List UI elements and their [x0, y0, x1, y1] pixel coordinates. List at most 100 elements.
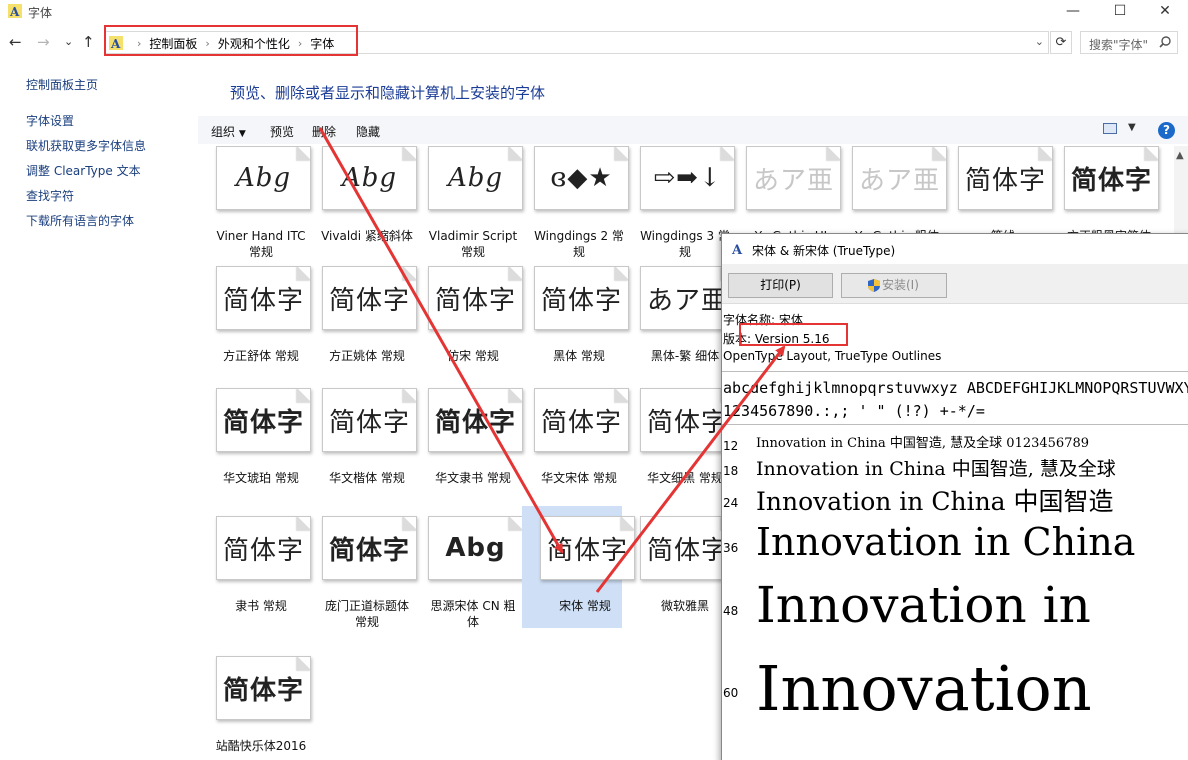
- print-button[interactable]: 打印(P): [728, 273, 833, 298]
- search-input[interactable]: 搜索"字体": [1080, 31, 1178, 54]
- delete-button[interactable]: 删除: [312, 123, 336, 140]
- font-name: Vivaldi 紧缩斜体: [321, 229, 413, 243]
- help-icon[interactable]: ?: [1158, 122, 1175, 139]
- dialog-toolbar: 打印(P) 安装(I): [722, 264, 1188, 304]
- font-name: 方正姚体 常规: [329, 349, 405, 363]
- title-bar: A 字体 — ☐ ✕: [0, 0, 1188, 24]
- refresh-icon[interactable]: ⟳: [1050, 31, 1072, 54]
- organize-label: 组织: [211, 125, 236, 139]
- font-item[interactable]: 简体字 华文琥珀 常规: [198, 388, 311, 518]
- font-thumbnail: 简体字: [216, 266, 311, 330]
- view-dropdown-icon[interactable]: ▼: [1128, 122, 1136, 133]
- font-item[interactable]: 简体字站酷快乐体2016: [198, 656, 311, 760]
- font-sample: あア亜: [646, 285, 728, 316]
- address-bar[interactable]: A › 控制面板 › 外观和个性化 › 字体 ⌄: [104, 31, 1049, 54]
- size-sample-text: Innovation: [756, 652, 1092, 725]
- outline-type-text: OpenType Layout, TrueType Outlines: [723, 349, 942, 363]
- size-sample-text: Innovation in China 中国智造: [756, 487, 1114, 516]
- digits-sample: 1234567890.:,; ' " (!?) +-*/=: [723, 402, 985, 420]
- back-icon[interactable]: ←: [9, 34, 22, 50]
- font-thumbnail: 简体字: [540, 516, 635, 580]
- sidebar-item-font-settings[interactable]: 字体设置: [26, 112, 74, 129]
- font-item[interactable]: 简体字方正舒体 常规: [198, 266, 311, 396]
- sidebar-item-download-fonts[interactable]: 下载所有语言的字体: [26, 212, 134, 229]
- font-sample: 简体字: [222, 535, 304, 566]
- font-item[interactable]: ⇨➡↓ Wingdings 3 常规: [622, 146, 735, 276]
- page-title: 预览、删除或者显示和隐藏计算机上安装的字体: [230, 84, 546, 102]
- divider: [722, 424, 1188, 425]
- font-sample: 简体字: [646, 535, 728, 566]
- font-sample: 简体字: [222, 407, 304, 438]
- font-sample: ɞ◆★: [550, 163, 613, 193]
- breadcrumb-separator-icon[interactable]: ›: [205, 37, 209, 50]
- font-item[interactable]: 简体字 隶书 常规: [198, 516, 311, 646]
- size-label: 18: [723, 464, 739, 478]
- up-icon[interactable]: ↑: [82, 34, 95, 50]
- minimize-button[interactable]: —: [1050, 0, 1096, 22]
- font-thumbnail: 简体字: [428, 388, 523, 452]
- font-item[interactable]: 简体字 方正姚体 常规: [304, 266, 417, 396]
- font-name-text: 字体名称: 宋体: [723, 313, 803, 327]
- maximize-button[interactable]: ☐: [1097, 0, 1143, 22]
- scroll-up-icon[interactable]: ▲: [1176, 150, 1184, 161]
- font-name: 方正舒体 常规: [223, 349, 299, 363]
- install-button[interactable]: 安装(I): [841, 273, 947, 298]
- font-item[interactable]: 简体字 华文宋体 常规: [516, 388, 629, 518]
- hide-button[interactable]: 隐藏: [356, 123, 380, 140]
- font-item[interactable]: 简体字 黑体 常规: [516, 266, 629, 396]
- font-name: 站酷快乐体2016: [215, 739, 307, 753]
- fonts-window: { "window": {"title": "字体", "min_glyph":…: [0, 0, 1188, 760]
- window-title: 字体: [28, 6, 53, 20]
- font-sample: 简体字: [964, 165, 1046, 196]
- breadcrumb-separator-icon[interactable]: ›: [298, 37, 302, 50]
- font-item[interactable]: 简体字华文隶书 常规: [410, 388, 523, 518]
- sidebar-item-online-info[interactable]: 联机获取更多字体信息: [26, 137, 146, 154]
- font-sample: Abg: [341, 163, 398, 193]
- divider: [722, 371, 1188, 372]
- font-thumbnail: Abg: [428, 146, 523, 210]
- font-thumbnail: Abg: [428, 516, 523, 580]
- font-item[interactable]: Abg Vladimir Script 常规: [410, 146, 523, 276]
- breadcrumb-fonts[interactable]: 字体: [310, 35, 334, 52]
- font-item[interactable]: 简体字 庞门正道标题体 常规: [304, 516, 417, 646]
- close-button[interactable]: ✕: [1142, 0, 1188, 22]
- font-sample: Abg: [235, 163, 292, 193]
- font-item[interactable]: 简体字 微软雅黑: [622, 516, 735, 646]
- view-icon[interactable]: [1103, 123, 1117, 134]
- font-item[interactable]: 简体字 华文楷体 常规: [304, 388, 417, 518]
- font-sample: 简体字: [540, 285, 622, 316]
- font-thumbnail: 简体字: [216, 388, 311, 452]
- font-name: 仿宋 常规: [447, 349, 499, 363]
- font-sample: 简体字: [1070, 165, 1152, 196]
- breadcrumb-control-panel[interactable]: 控制面板: [149, 35, 197, 52]
- sidebar-item-control-panel-home[interactable]: 控制面板主页: [26, 76, 98, 93]
- font-item[interactable]: 简体字 宋体 常规: [522, 506, 635, 628]
- font-item[interactable]: Abg Vivaldi 紧缩斜体: [304, 146, 417, 276]
- font-item[interactable]: 简体字 华文细黑 常规: [622, 388, 735, 518]
- preview-button[interactable]: 预览: [270, 123, 294, 140]
- search-placeholder: 搜索"字体": [1089, 38, 1149, 52]
- font-item[interactable]: Abg Viner Hand ITC 常规: [198, 146, 311, 276]
- recent-locations-icon[interactable]: ⌄: [64, 34, 73, 50]
- organize-button[interactable]: 组织 ▼: [211, 123, 246, 140]
- sidebar-item-find-character[interactable]: 查找字符: [26, 187, 74, 204]
- font-item[interactable]: ɞ◆★ Wingdings 2 常规: [516, 146, 629, 276]
- shield-icon: [868, 279, 880, 292]
- font-item[interactable]: 简体字 仿宋 常规: [410, 266, 523, 396]
- font-item[interactable]: あア亜 黑体-繁 细体: [622, 266, 735, 396]
- font-thumbnail: 简体字: [1064, 146, 1159, 210]
- font-sample: Abg: [447, 163, 504, 193]
- forward-icon[interactable]: →: [37, 34, 50, 50]
- breadcrumb-appearance[interactable]: 外观和个性化: [218, 35, 290, 52]
- font-thumbnail: 简体字: [534, 266, 629, 330]
- font-sample: 简体字: [222, 675, 304, 706]
- font-item[interactable]: Abg 思源宋体 CN 粗体: [410, 516, 523, 646]
- dialog-title-bar: A 宋体 & 新宋体 (TrueType): [722, 234, 1188, 264]
- scrollbar[interactable]: ▲: [1174, 146, 1188, 236]
- sidebar-item-cleartype[interactable]: 调整 ClearType 文本: [26, 162, 141, 179]
- font-name: 华文隶书 常规: [435, 471, 511, 485]
- size-sample-text: Innovation in: [756, 576, 1091, 634]
- font-name: 微软雅黑: [660, 599, 709, 613]
- address-dropdown-icon[interactable]: ⌄: [1035, 35, 1044, 48]
- font-sample: 简体字: [546, 535, 628, 566]
